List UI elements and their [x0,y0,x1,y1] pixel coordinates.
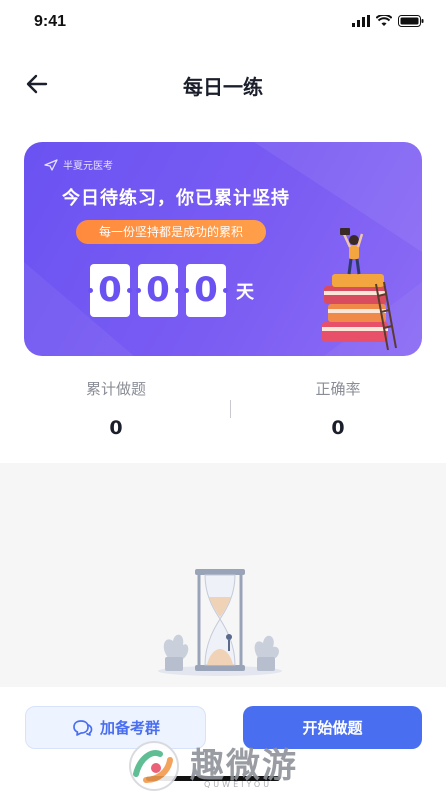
status-bar: 9:41 [0,0,446,44]
page-title: 每日一练 [183,75,263,99]
total-questions-label: 累计做题 [85,380,146,398]
streak-digit: 0 [136,264,180,317]
status-icons [352,15,424,27]
banner-headline: 今日待练习，你已累计坚持 [62,188,290,209]
empty-state-area [0,463,446,687]
stats-row: 累计做题 0 正确率 0 [0,368,446,458]
status-time: 9:41 [34,13,67,30]
streak-digit: 0 [88,264,132,317]
brand-logo-icon [44,158,58,171]
stats-divider [230,400,231,418]
hourglass-illustration [158,569,282,676]
battery-icon [398,15,424,27]
brand-name: 半夏元医考 [63,161,113,172]
streak-counter: 0 0 0 天 [88,264,254,317]
accuracy-label: 正确率 [315,380,361,398]
chat-bubble-icon [73,719,93,736]
streak-banner: 半夏元医考 今日待练习，你已累计坚持 每一份坚持都是成功的累积 0 0 0 天 [24,142,422,356]
watermark-subtext: QUWEIYOU [204,780,273,789]
start-practice-label: 开始做题 [302,719,363,737]
brand: 半夏元医考 [44,157,113,172]
books-ladder-illustration [322,228,397,351]
watermark-logo-icon [129,741,179,791]
watermark: 趣微游 QUWEIYOU [126,740,298,792]
watermark-text: 趣微游 [190,746,298,786]
accuracy-value: 0 [331,417,345,439]
join-study-group-label: 加备考群 [99,719,160,737]
motto-badge: 每一份坚持都是成功的累积 [76,220,266,244]
total-questions-value: 0 [109,417,123,439]
nav-bar: 每日一练 [0,60,446,108]
streak-digit: 0 [184,264,228,317]
signal-icon [352,15,370,27]
streak-unit: 天 [236,281,254,303]
total-questions-stat: 累计做题 0 [36,378,196,439]
accuracy-stat: 正确率 0 [258,378,418,439]
wifi-icon [376,15,392,26]
